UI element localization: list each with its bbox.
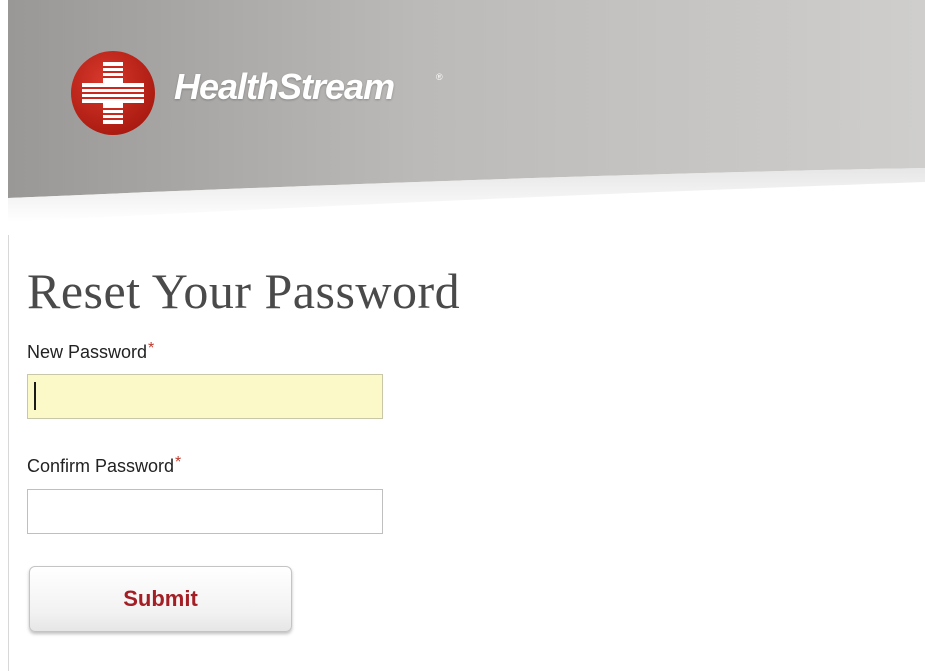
required-asterisk: *: [175, 454, 182, 471]
registered-mark: ®: [436, 72, 443, 82]
brand-name: HealthStream: [174, 66, 395, 107]
text-cursor: [34, 382, 36, 410]
healthstream-cross-globe-icon: [71, 51, 155, 135]
healthstream-logo[interactable]: HealthStream ®: [70, 50, 490, 136]
new-password-label: New Password*: [27, 340, 155, 363]
page: HealthStream ® Reset Your Password New P…: [0, 0, 925, 671]
confirm-password-input[interactable]: [27, 489, 383, 534]
submit-button[interactable]: Submit: [29, 566, 292, 632]
confirm-password-label-text: Confirm Password: [27, 456, 175, 476]
new-password-label-text: New Password: [27, 342, 148, 362]
page-title: Reset Your Password: [27, 263, 461, 319]
new-password-input[interactable]: [27, 374, 383, 419]
required-asterisk: *: [148, 340, 155, 357]
confirm-password-label: Confirm Password*: [27, 454, 182, 477]
header-banner: HealthStream ®: [8, 0, 925, 235]
